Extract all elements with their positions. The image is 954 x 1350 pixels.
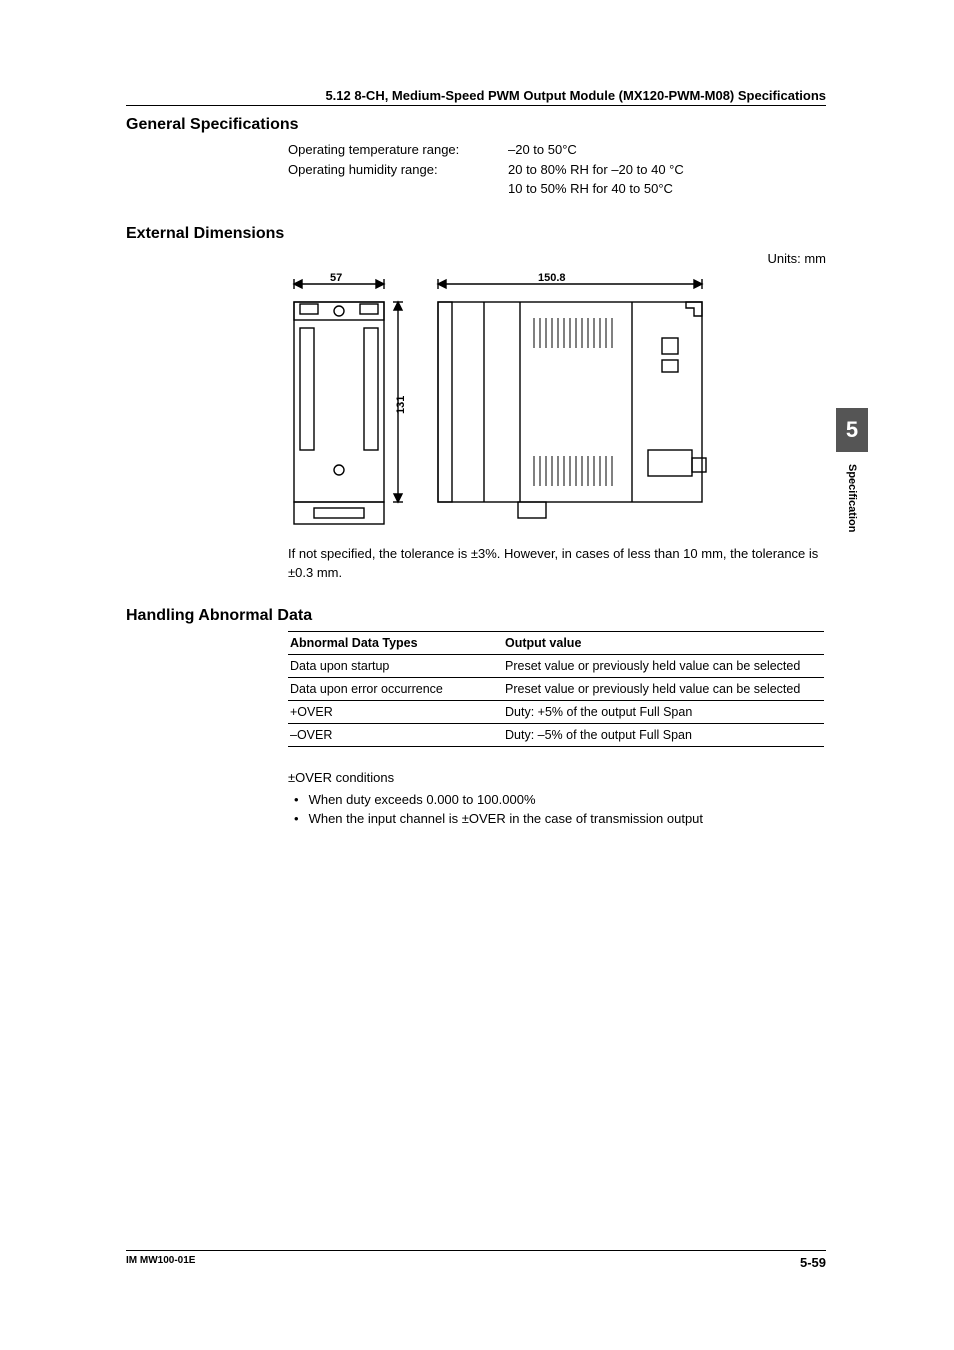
tolerance-note: If not specified, the tolerance is ±3%. … — [288, 544, 826, 583]
condition-item: When the input channel is ±OVER in the c… — [288, 810, 826, 829]
chapter-number: 5 — [836, 408, 868, 452]
spec-label — [288, 179, 508, 199]
table-row: +OVER Duty: +5% of the output Full Span — [288, 700, 824, 723]
table-cell: Duty: +5% of the output Full Span — [503, 700, 824, 723]
page-footer: IM MW100-01E 5-59 — [126, 1250, 826, 1270]
heading-general-specs: General Specifications — [126, 116, 826, 134]
spec-row: Operating temperature range: –20 to 50°C — [288, 140, 826, 160]
footer-doc-id: IM MW100-01E — [126, 1255, 195, 1270]
spec-label: Operating humidity range: — [288, 160, 508, 180]
over-conditions: ±OVER conditions When duty exceeds 0.000… — [288, 769, 826, 830]
table-cell: +OVER — [288, 700, 503, 723]
table-header: Output value — [503, 631, 824, 654]
dim-height-label: 131 — [395, 395, 407, 413]
spec-row: 10 to 50% RH for 40 to 50°C — [288, 179, 826, 199]
dim-width-label: 57 — [330, 272, 342, 284]
spec-value: 10 to 50% RH for 40 to 50°C — [508, 179, 673, 199]
footer-page-number: 5-59 — [800, 1255, 826, 1270]
conditions-heading: ±OVER conditions — [288, 769, 826, 788]
heading-abnormal-data: Handling Abnormal Data — [126, 607, 826, 625]
table-row: Data upon startup Preset value or previo… — [288, 654, 824, 677]
running-header: 5.12 8-CH, Medium-Speed PWM Output Modul… — [126, 88, 826, 106]
page-content: 5.12 8-CH, Medium-Speed PWM Output Modul… — [126, 88, 826, 829]
dim-depth-label: 150.8 — [538, 272, 566, 284]
spec-value: 20 to 80% RH for –20 to 40 °C — [508, 160, 684, 180]
running-header-text: 5.12 8-CH, Medium-Speed PWM Output Modul… — [126, 88, 826, 103]
abnormal-data-table: Abnormal Data Types Output value Data up… — [288, 631, 824, 747]
condition-item: When duty exceeds 0.000 to 100.000% — [288, 791, 826, 810]
table-cell: Preset value or previously held value ca… — [503, 677, 824, 700]
heading-external-dimensions: External Dimensions — [126, 225, 826, 243]
chapter-label: Specification — [846, 464, 858, 532]
spec-value: –20 to 50°C — [508, 140, 577, 160]
spec-row: Operating humidity range: 20 to 80% RH f… — [288, 160, 826, 180]
table-header: Abnormal Data Types — [288, 631, 503, 654]
table-cell: Duty: –5% of the output Full Span — [503, 723, 824, 746]
table-header-row: Abnormal Data Types Output value — [288, 631, 824, 654]
dimension-diagram: 57 150.8 131 — [288, 274, 728, 534]
spec-label: Operating temperature range: — [288, 140, 508, 160]
table-cell: –OVER — [288, 723, 503, 746]
chapter-thumb-tab: 5 Specification — [836, 408, 868, 532]
table-row: –OVER Duty: –5% of the output Full Span — [288, 723, 824, 746]
table-row: Data upon error occurrence Preset value … — [288, 677, 824, 700]
module-drawing — [288, 274, 728, 534]
units-label: Units: mm — [126, 251, 826, 266]
table-cell: Data upon startup — [288, 654, 503, 677]
table-cell: Data upon error occurrence — [288, 677, 503, 700]
table-cell: Preset value or previously held value ca… — [503, 654, 824, 677]
